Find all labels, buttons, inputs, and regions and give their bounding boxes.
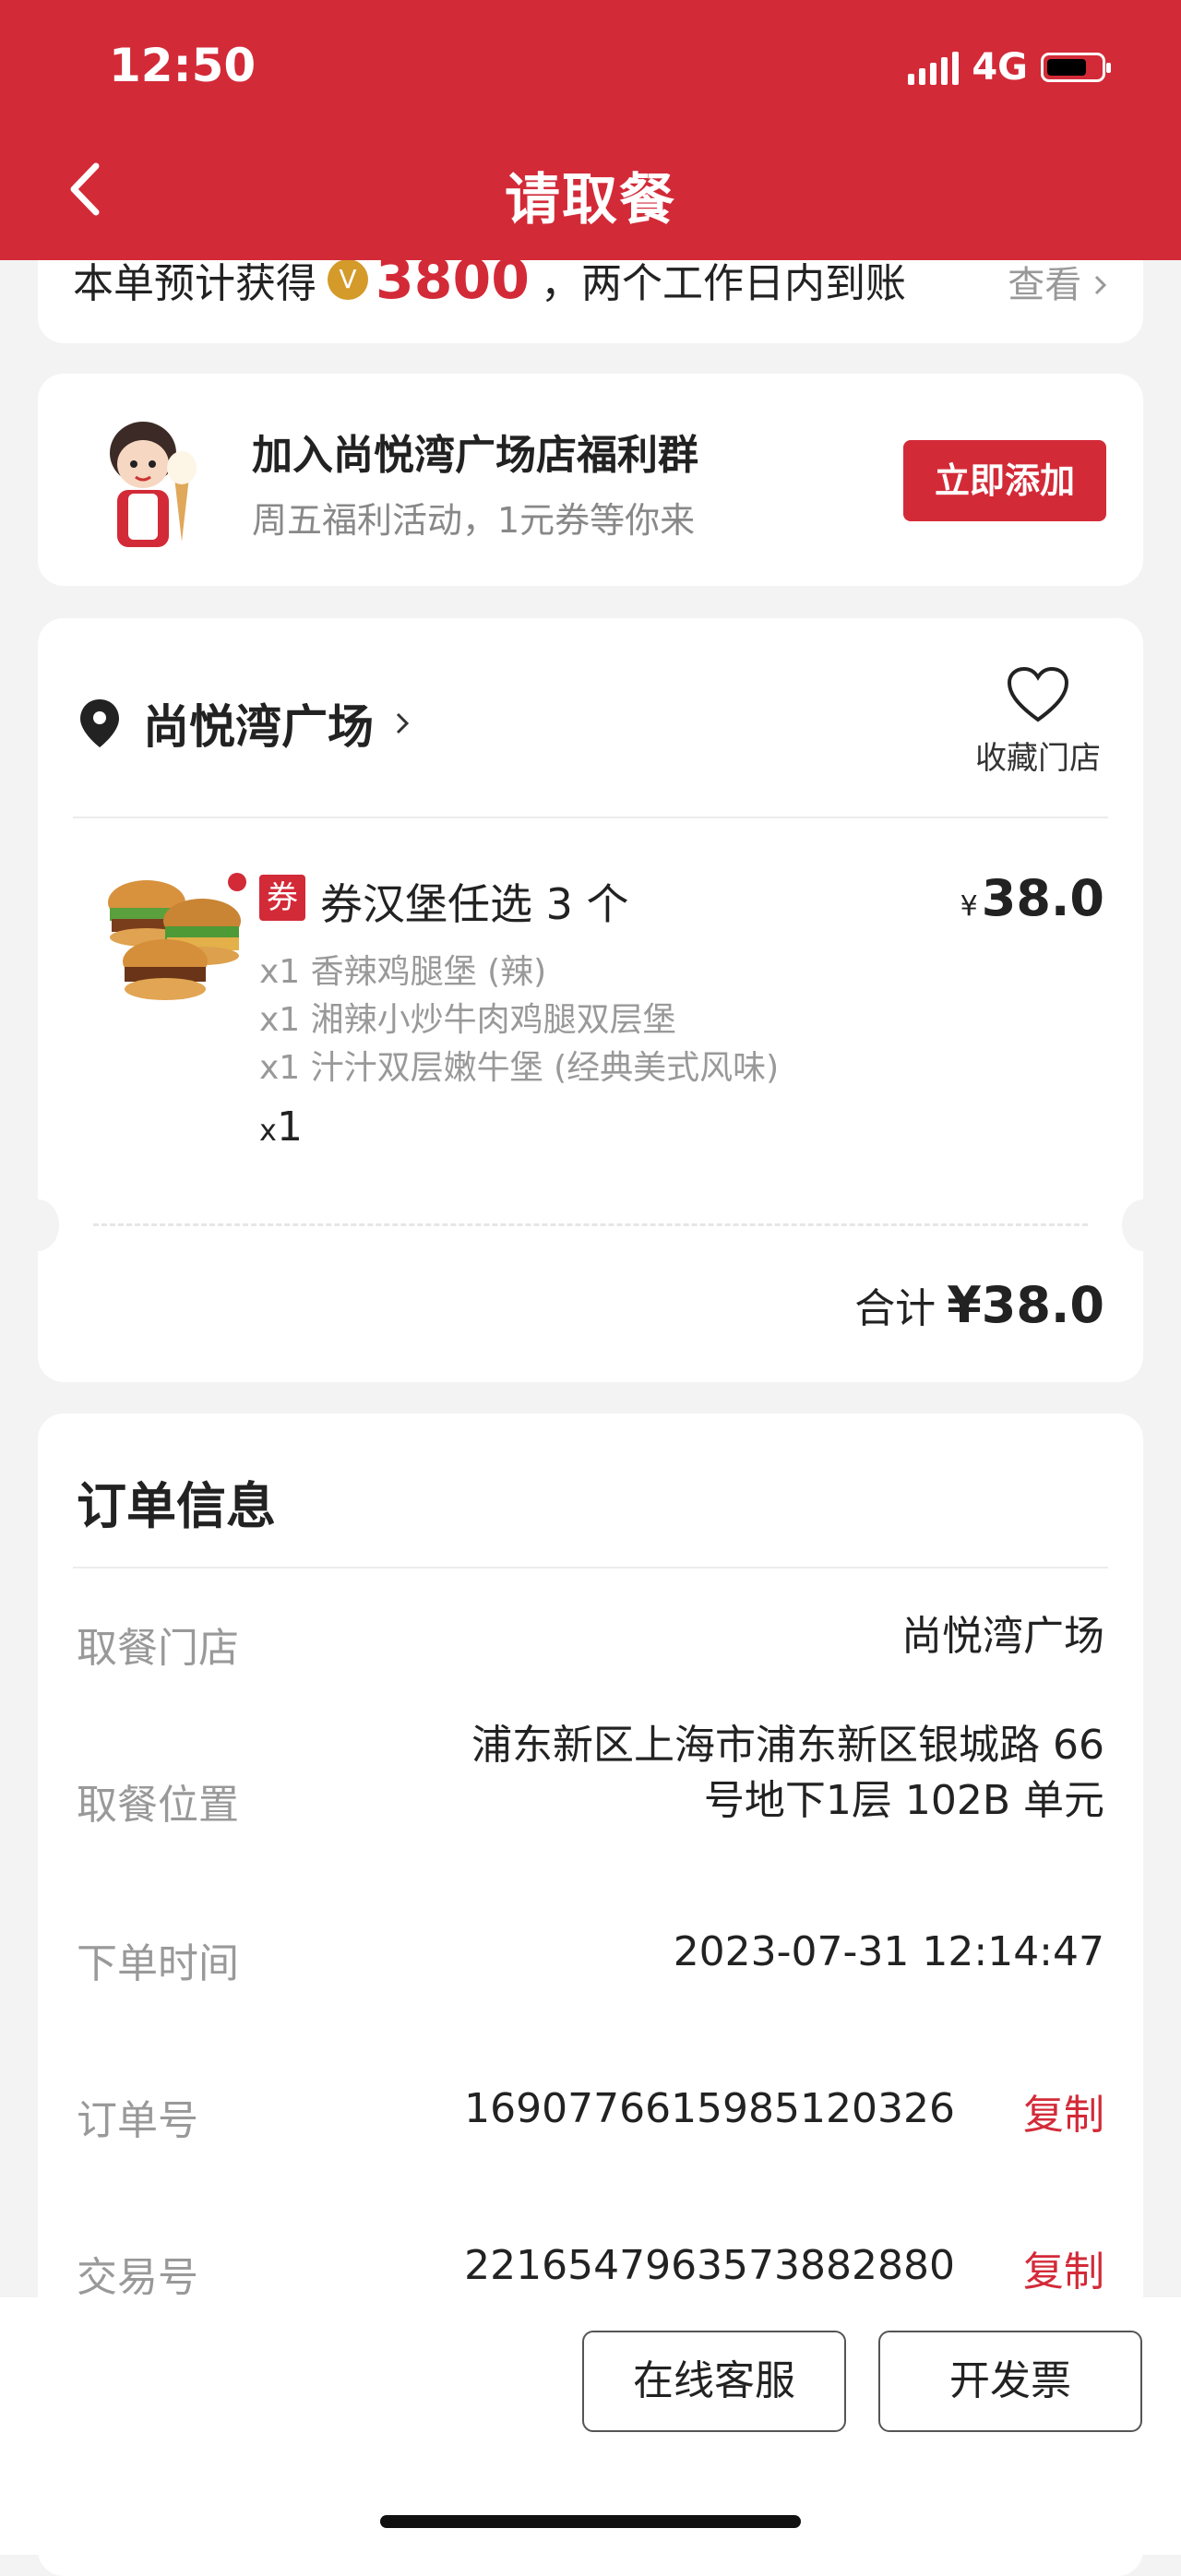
pickup-store-value: 尚悦湾广场 bbox=[901, 1613, 1104, 1660]
divider bbox=[73, 817, 1108, 818]
ticket-notch-left bbox=[17, 1199, 59, 1251]
total-label: 合计 bbox=[854, 1285, 936, 1332]
bottom-action-bar: 在线客服 开发票 bbox=[0, 2297, 1181, 2555]
order-time-value: 2023-07-31 12:14:47 bbox=[673, 1928, 1104, 1975]
sub-item: x1 汁汁双层嫩牛堡 (经典美式风味) bbox=[259, 1049, 780, 1087]
location-line: 浦东新区上海市浦东新区银城路 66 bbox=[471, 1722, 1104, 1769]
item-name: 券汉堡任选 3 个 bbox=[320, 879, 629, 929]
sub-item: x1 湘辣小炒牛肉鸡腿双层堡 bbox=[259, 1001, 676, 1039]
welfare-group-card: 加入尚悦湾广场店福利群 周五福利活动，1元券等你来 立即添加 bbox=[38, 374, 1143, 586]
dashed-divider bbox=[93, 1223, 1088, 1226]
view-label: 查看 bbox=[1008, 264, 1082, 306]
chevron-right-icon bbox=[396, 712, 410, 734]
currency-symbol: ¥ bbox=[960, 890, 978, 923]
home-indicator bbox=[380, 2515, 801, 2528]
ticket-notch-right bbox=[1122, 1199, 1164, 1251]
location-line: 号地下1层 102B 单元 bbox=[703, 1777, 1104, 1824]
group-title: 加入尚悦湾广场店福利群 bbox=[252, 432, 698, 479]
item-quantity: x1 bbox=[259, 1103, 303, 1151]
sub-item-list: x1 香辣鸡腿堡 (辣) x1 湘辣小炒牛肉鸡腿双层堡 x1 汁汁双层嫩牛堡 (… bbox=[259, 948, 779, 1092]
group-subtitle: 周五福利活动，1元券等你来 bbox=[252, 500, 696, 541]
order-number-value: 1690776615985120326 bbox=[464, 2085, 955, 2132]
pickup-location-value: 浦东新区上海市浦东新区银城路 66 号地下1层 102B 单元 bbox=[403, 1718, 1104, 1829]
v-coin-icon: V bbox=[328, 259, 368, 300]
status-time: 12:50 bbox=[109, 39, 256, 92]
view-reward-link[interactable]: 查看 bbox=[1008, 255, 1108, 308]
info-label: 交易号 bbox=[77, 2254, 198, 2301]
network-type: 4G bbox=[972, 46, 1028, 89]
info-label: 下单时间 bbox=[77, 1940, 239, 1987]
favorite-store-button[interactable]: 收藏门店 bbox=[973, 666, 1103, 778]
copy-transaction-number-button[interactable]: 复制 bbox=[1023, 2238, 1104, 2297]
quantity-value: 1 bbox=[276, 1103, 303, 1151]
favorite-label: 收藏门店 bbox=[975, 740, 1101, 777]
invoice-button[interactable]: 开发票 bbox=[878, 2331, 1142, 2432]
online-service-button[interactable]: 在线客服 bbox=[582, 2331, 846, 2432]
copy-order-number-button[interactable]: 复制 bbox=[1023, 2081, 1104, 2141]
location-pin-icon bbox=[80, 699, 119, 747]
order-total: 合计 ¥38.0 bbox=[854, 1275, 1104, 1334]
status-icons: 4G bbox=[908, 46, 1111, 89]
order-card: 尚悦湾广场 收藏门店 券 券汉堡任选 3 个 ¥38.0 x1 香辣鸡腿堡 (辣… bbox=[17, 618, 1164, 1382]
info-label: 取餐位置 bbox=[77, 1782, 239, 1829]
quantity-prefix: x bbox=[259, 1113, 277, 1148]
mascot-avatar bbox=[110, 422, 197, 547]
order-info-title: 订单信息 bbox=[77, 1477, 276, 1535]
store-name: 尚悦湾广场 bbox=[143, 700, 374, 754]
sub-item: x1 香辣鸡腿堡 (辣) bbox=[259, 953, 547, 991]
signal-icon bbox=[908, 50, 960, 85]
info-label: 订单号 bbox=[77, 2097, 198, 2144]
battery-icon bbox=[1041, 53, 1111, 82]
info-label: 取餐门店 bbox=[77, 1625, 239, 1672]
chevron-right-icon bbox=[1094, 275, 1107, 295]
divider bbox=[73, 1567, 1108, 1568]
page-title: 请取餐 bbox=[505, 168, 676, 233]
heart-icon bbox=[1007, 666, 1069, 722]
burger-combo-image bbox=[108, 873, 246, 1000]
store-link[interactable]: 尚悦湾广场 bbox=[78, 690, 411, 757]
total-value: ¥38.0 bbox=[947, 1276, 1104, 1334]
app-header: 12:50 4G 请取餐 bbox=[0, 0, 1181, 260]
transaction-number-value: 2216547963573882880 bbox=[464, 2242, 955, 2289]
join-group-button[interactable]: 立即添加 bbox=[903, 440, 1106, 521]
item-price: ¥38.0 bbox=[960, 869, 1104, 927]
price-value: 38.0 bbox=[981, 869, 1104, 927]
coupon-tag: 券 bbox=[259, 875, 305, 921]
